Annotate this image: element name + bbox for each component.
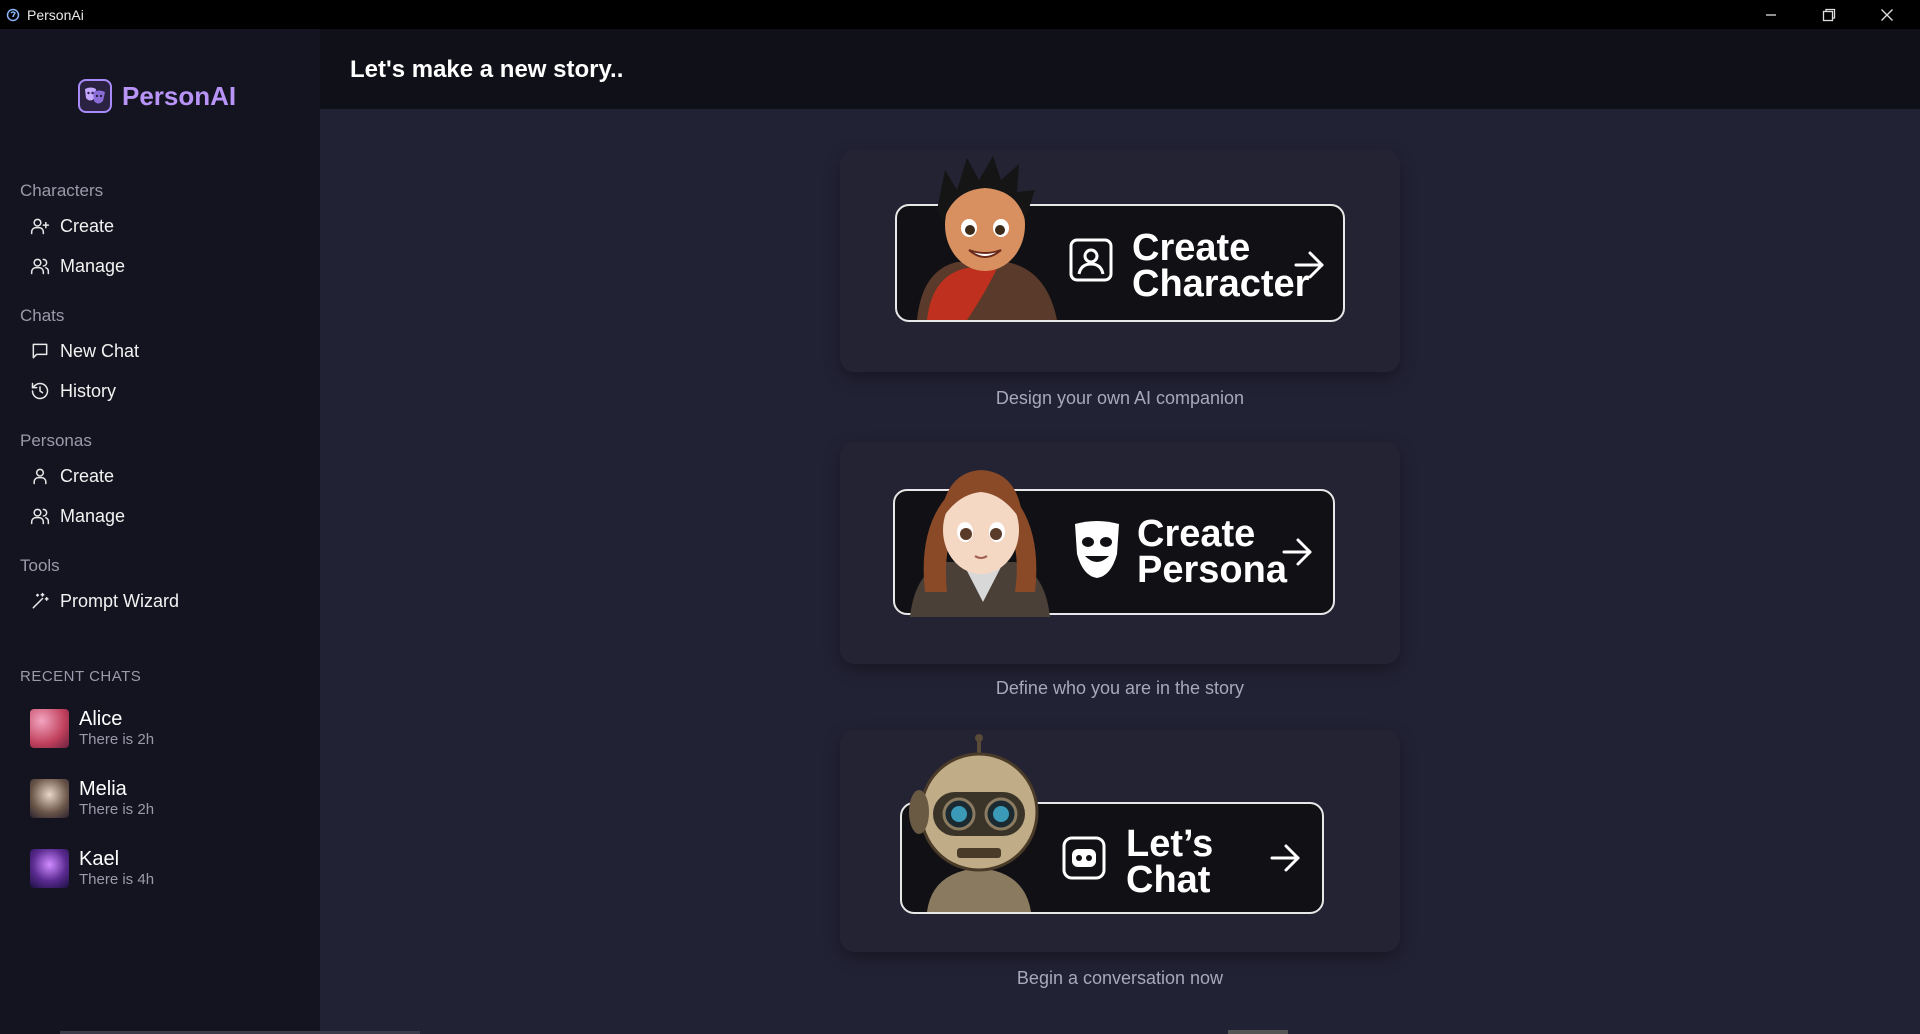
minimize-icon xyxy=(1766,13,1776,16)
logo-text: PersonAI xyxy=(122,80,237,111)
recent-chat-alice[interactable]: Alice There is 2h xyxy=(30,707,154,749)
button-label-line1: Create xyxy=(1132,227,1251,269)
section-tools: Tools xyxy=(20,556,60,575)
user-plus-icon xyxy=(30,218,50,235)
recent-chat-melia[interactable]: Melia There is 2h xyxy=(30,777,154,819)
anime-girl-illustration xyxy=(910,470,1050,617)
create-persona-button[interactable]: Create Persona xyxy=(893,470,1335,617)
title-bar: PersonAi xyxy=(0,0,1920,29)
recent-chat-time: There is 2h xyxy=(79,731,155,748)
users-icon xyxy=(30,508,50,525)
wand-icon xyxy=(32,592,49,609)
robot-illustration xyxy=(909,734,1039,912)
nav-label: Manage xyxy=(60,255,126,276)
logo[interactable]: PersonAI xyxy=(78,79,236,113)
nav-label: New Chat xyxy=(60,340,140,361)
nav-new-chat[interactable]: New Chat xyxy=(30,337,139,365)
button-label-line1: Create xyxy=(1137,513,1256,555)
recent-chat-name: Kael xyxy=(79,848,120,870)
nav-label: Create xyxy=(60,215,115,236)
page-title: Let's make a new story.. xyxy=(350,56,624,83)
anime-boy-illustration xyxy=(917,156,1057,320)
nav-personas-create[interactable]: Create xyxy=(30,462,114,490)
button-label-line2: Chat xyxy=(1126,859,1211,901)
minimize-button[interactable] xyxy=(1742,0,1800,29)
nav-history[interactable]: History xyxy=(30,377,116,405)
restore-icon xyxy=(1822,8,1836,21)
avatar xyxy=(30,778,69,818)
user-icon xyxy=(33,468,47,485)
history-icon xyxy=(31,382,49,400)
section-personas: Personas xyxy=(20,431,92,450)
nav-label: Prompt Wizard xyxy=(60,590,180,611)
recent-chat-kael[interactable]: Kael There is 4h xyxy=(30,847,154,889)
recent-chat-time: There is 2h xyxy=(79,801,155,818)
sidebar: PersonAI Characters Create Manage Chats … xyxy=(0,29,420,1034)
arrow-right-icon xyxy=(1280,535,1314,574)
recent-chats-header: RECENT CHATS xyxy=(20,668,142,685)
users-icon xyxy=(30,258,50,275)
contact-card-icon xyxy=(1067,236,1115,289)
nav-label: Create xyxy=(60,465,115,486)
app-icon xyxy=(6,8,20,21)
recent-chat-time: There is 4h xyxy=(79,871,155,888)
recent-chat-name: Alice xyxy=(79,708,123,730)
window-title: PersonAi xyxy=(27,6,84,23)
nav-label: Manage xyxy=(60,505,126,526)
button-label-line2: Character xyxy=(1132,263,1310,305)
main-scrollbar[interactable] xyxy=(1228,1030,1288,1034)
nav-prompt-wizard[interactable]: Prompt Wizard xyxy=(30,587,179,615)
close-button[interactable] xyxy=(1858,0,1916,29)
page-header: Let's make a new story.. xyxy=(320,29,1920,109)
create-persona-caption: Define who you are in the story xyxy=(995,678,1245,698)
message-square-icon xyxy=(32,343,48,359)
restore-button[interactable] xyxy=(1800,0,1858,29)
avatar xyxy=(30,708,69,748)
nav-characters-create[interactable]: Create xyxy=(30,212,114,240)
close-icon xyxy=(1881,8,1893,21)
nav-characters-manage[interactable]: Manage xyxy=(30,252,125,280)
arrow-right-icon xyxy=(1268,841,1302,880)
chat-bot-icon xyxy=(1060,834,1108,887)
recent-chat-name: Melia xyxy=(79,778,127,800)
button-label-line1: Let’s xyxy=(1126,823,1214,865)
lets-chat-button[interactable]: Let’s Chat xyxy=(900,734,1324,914)
nav-personas-manage[interactable]: Manage xyxy=(30,502,125,530)
section-chats: Chats xyxy=(20,306,65,325)
create-character-caption: Design your own AI companion xyxy=(995,388,1245,408)
theater-mask-icon xyxy=(1071,518,1123,585)
button-label-line2: Persona xyxy=(1137,549,1287,591)
nav-label: History xyxy=(60,380,117,401)
section-characters: Characters xyxy=(20,181,104,200)
lets-chat-caption: Begin a conversation now xyxy=(1016,968,1224,988)
create-character-button[interactable]: Create Character xyxy=(895,156,1345,322)
masks-logo-icon xyxy=(78,79,112,113)
arrow-right-icon xyxy=(1292,248,1326,287)
avatar xyxy=(30,848,69,888)
